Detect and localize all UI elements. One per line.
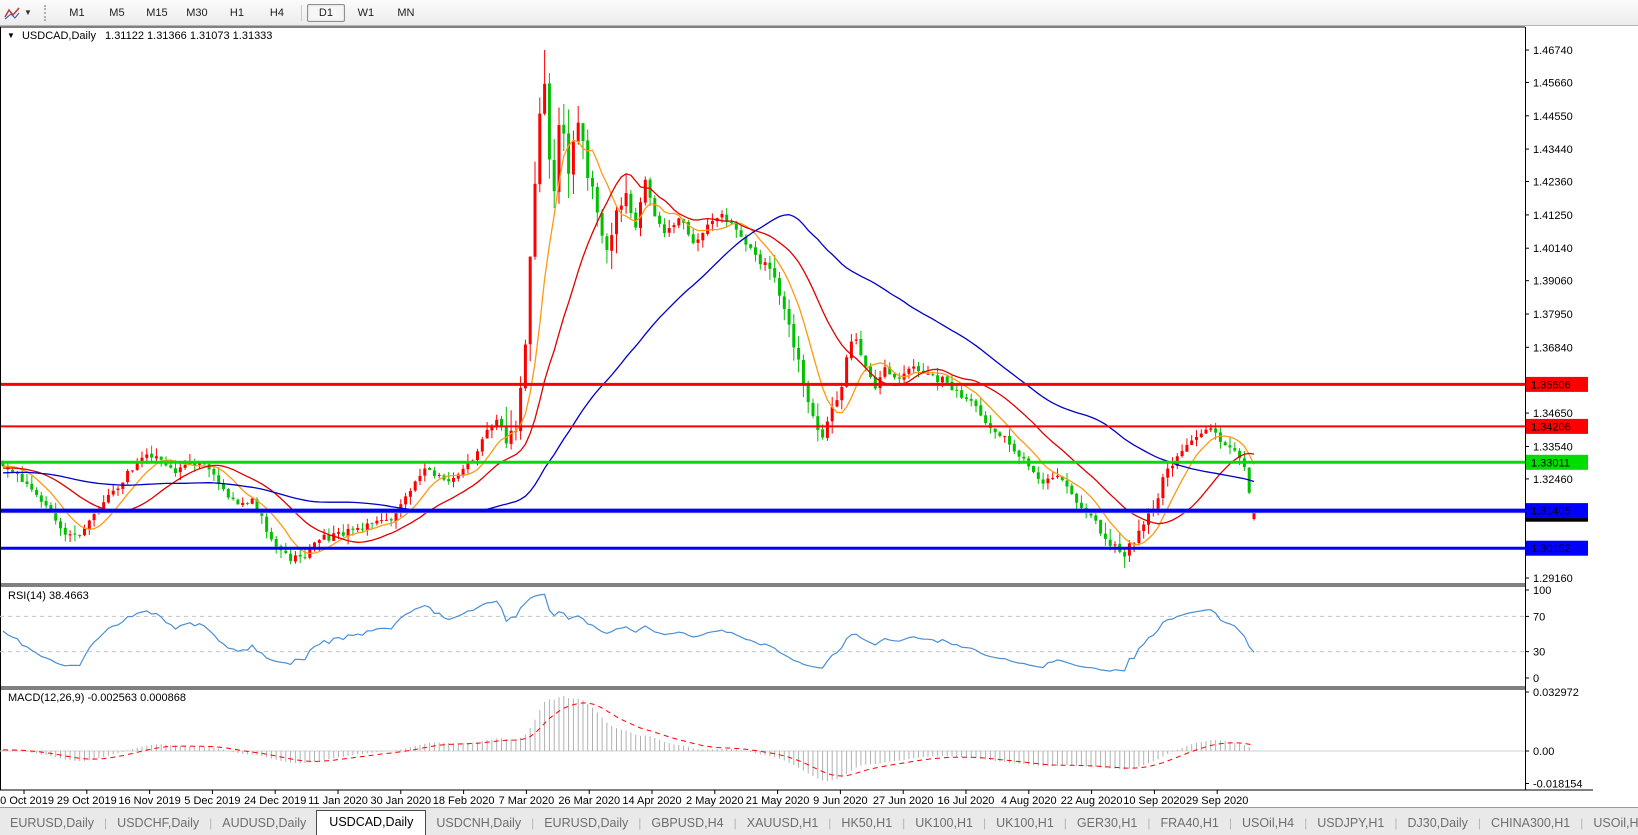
svg-text:18 Feb 2020: 18 Feb 2020 <box>433 795 495 807</box>
svg-text:16 Nov 2019: 16 Nov 2019 <box>118 795 180 807</box>
tab-xauusd-h1[interactable]: XAUUSD,H1 <box>737 812 829 835</box>
tab-usdcnh-daily[interactable]: USDCNH,Daily <box>426 812 531 835</box>
svg-text:21 May 2020: 21 May 2020 <box>746 795 810 807</box>
svg-text:-0.018154: -0.018154 <box>1533 779 1583 791</box>
toolbar-separator <box>301 5 302 21</box>
svg-text:1.33540: 1.33540 <box>1533 442 1573 454</box>
svg-text:1.37950: 1.37950 <box>1533 309 1573 321</box>
main-chart-plot[interactable] <box>0 27 1525 584</box>
svg-text:0: 0 <box>1533 673 1539 685</box>
macd-histogram <box>3 696 1254 781</box>
timeframe-button-h4[interactable]: H4 <box>258 4 296 22</box>
rsi-line <box>3 594 1254 671</box>
svg-text:70: 70 <box>1533 611 1545 623</box>
svg-text:1.36840: 1.36840 <box>1533 342 1573 354</box>
svg-text:1.30152: 1.30152 <box>1531 543 1571 555</box>
macd-pane: 0.032972 0.00 -0.018154 <box>0 687 1583 791</box>
chart-symbol: USDCAD,Daily <box>22 30 96 42</box>
svg-text:2 May 2020: 2 May 2020 <box>686 795 743 807</box>
svg-text:1.46740: 1.46740 <box>1533 45 1573 57</box>
tab-hk50-h1[interactable]: HK50,H1 <box>831 812 902 835</box>
timeframe-button-w1[interactable]: W1 <box>347 4 385 22</box>
svg-text:10 Sep 2020: 10 Sep 2020 <box>1123 795 1185 807</box>
tab-gbpusd-h4[interactable]: GBPUSD,H4 <box>641 812 733 835</box>
chart-title: ▼ USDCAD,Daily 1.31122 1.31366 1.31073 1… <box>7 30 272 42</box>
timeframe-button-m1[interactable]: M1 <box>58 4 96 22</box>
svg-text:26 Mar 2020: 26 Mar 2020 <box>558 795 620 807</box>
svg-text:1.29160: 1.29160 <box>1533 573 1573 585</box>
svg-text:5 Dec 2019: 5 Dec 2019 <box>184 795 240 807</box>
svg-text:1.43440: 1.43440 <box>1533 144 1573 156</box>
timeframe-button-m30[interactable]: M30 <box>178 4 216 22</box>
toolbar: ▼ M1M5M15M30H1H4 D1W1MN <box>0 0 1638 26</box>
svg-text:1.41250: 1.41250 <box>1533 210 1573 222</box>
svg-text:1.31405: 1.31405 <box>1531 506 1571 518</box>
rsi-indicator-label: RSI(14) 38.4663 <box>8 590 89 602</box>
svg-text:1.35606: 1.35606 <box>1531 379 1571 391</box>
svg-text:1.32460: 1.32460 <box>1533 474 1573 486</box>
svg-text:9 Jun 2020: 9 Jun 2020 <box>813 795 867 807</box>
chart-ohlc-values: 1.31122 1.31366 1.31073 1.31333 <box>105 30 272 42</box>
svg-text:0.00: 0.00 <box>1533 746 1554 758</box>
timeframe-button-d1[interactable]: D1 <box>307 4 345 22</box>
svg-text:29 Sep 2020: 29 Sep 2020 <box>1186 795 1248 807</box>
chart-title-caret-icon[interactable]: ▼ <box>7 31 15 40</box>
tab-dj30-daily[interactable]: DJ30,Daily <box>1397 812 1477 835</box>
chart-canvas[interactable]: 1.46740 1.45660 1.44550 1.43440 1.42360 1.412… <box>0 0 1638 835</box>
svg-text:24 Dec 2019: 24 Dec 2019 <box>244 795 306 807</box>
tab-eurusd-daily[interactable]: EURUSD,Daily <box>0 812 104 835</box>
tab-ger30-h1[interactable]: GER30,H1 <box>1067 812 1147 835</box>
svg-text:30 Jan 2020: 30 Jan 2020 <box>371 795 432 807</box>
timeframe-button-m15[interactable]: M15 <box>138 4 176 22</box>
svg-text:4 Aug 2020: 4 Aug 2020 <box>1001 795 1057 807</box>
timeframe-buttons: M1M5M15M30H1H4 D1W1MN <box>57 4 426 22</box>
timeframe-button-m5[interactable]: M5 <box>98 4 136 22</box>
svg-text:1.42360: 1.42360 <box>1533 177 1573 189</box>
svg-text:1.40140: 1.40140 <box>1533 243 1573 255</box>
tab-eurusd-daily[interactable]: EURUSD,Daily <box>534 812 638 835</box>
svg-text:22 Aug 2020: 22 Aug 2020 <box>1061 795 1123 807</box>
svg-text:30: 30 <box>1533 647 1545 659</box>
tab-fra40-h1[interactable]: FRA40,H1 <box>1150 812 1228 835</box>
indicator-icon[interactable] <box>2 4 22 22</box>
svg-text:100: 100 <box>1533 585 1551 597</box>
tab-usdcad-daily[interactable]: USDCAD,Daily <box>316 810 426 835</box>
price-axis-badges: 1.313331.356061.342061.330111.314051.301… <box>1526 377 1588 556</box>
tab-usoil-h1[interactable]: USOil,H1 <box>1583 812 1638 835</box>
svg-text:1.34650: 1.34650 <box>1533 408 1573 420</box>
svg-text:11 Jan 2020: 11 Jan 2020 <box>308 795 368 807</box>
tab-china300-h1[interactable]: CHINA300,H1 <box>1481 812 1580 835</box>
tab-audusd-daily[interactable]: AUDUSD,Daily <box>212 812 316 835</box>
svg-text:1.44550: 1.44550 <box>1533 111 1573 123</box>
tab-usdchf-daily[interactable]: USDCHF,Daily <box>107 812 209 835</box>
svg-text:16 Jul 2020: 16 Jul 2020 <box>938 795 995 807</box>
svg-text:1.39060: 1.39060 <box>1533 276 1573 288</box>
rsi-pane: 100 70 30 0 <box>0 585 1551 685</box>
svg-text:1.34206: 1.34206 <box>1531 421 1571 433</box>
toolbar-grip[interactable] <box>44 5 51 21</box>
tab-uk100-h1[interactable]: UK100,H1 <box>905 812 983 835</box>
tab-usoil-h4[interactable]: USOil,H4 <box>1232 812 1304 835</box>
svg-text:0.032972: 0.032972 <box>1533 687 1579 699</box>
trading-terminal: 1.46740 1.45660 1.44550 1.43440 1.42360 1.412… <box>0 0 1638 835</box>
svg-text:14 Apr 2020: 14 Apr 2020 <box>622 795 681 807</box>
timeframe-button-h1[interactable]: H1 <box>218 4 256 22</box>
svg-text:1.45660: 1.45660 <box>1533 77 1573 89</box>
symbol-tab-bar: EURUSD,Daily|USDCHF,Daily|AUDUSD,DailyUS… <box>0 807 1638 835</box>
tab-usdjpy-h1[interactable]: USDJPY,H1 <box>1307 812 1394 835</box>
svg-text:1.33011: 1.33011 <box>1531 457 1570 469</box>
svg-text:27 Jun 2020: 27 Jun 2020 <box>873 795 934 807</box>
date-axis: 10 Oct 201929 Oct 201916 Nov 2019 5 Dec 2… <box>0 790 1248 807</box>
macd-indicator-label: MACD(12,26,9) -0.002563 0.000868 <box>8 692 186 704</box>
svg-text:7 Mar 2020: 7 Mar 2020 <box>499 795 555 807</box>
dropdown-caret-icon[interactable]: ▼ <box>24 8 32 17</box>
timeframe-button-mn[interactable]: MN <box>387 4 425 22</box>
macd-signal-line <box>3 703 1254 776</box>
svg-text:29 Oct 2019: 29 Oct 2019 <box>57 795 117 807</box>
svg-text:10 Oct 2019: 10 Oct 2019 <box>0 795 54 807</box>
tab-uk100-h1[interactable]: UK100,H1 <box>986 812 1064 835</box>
